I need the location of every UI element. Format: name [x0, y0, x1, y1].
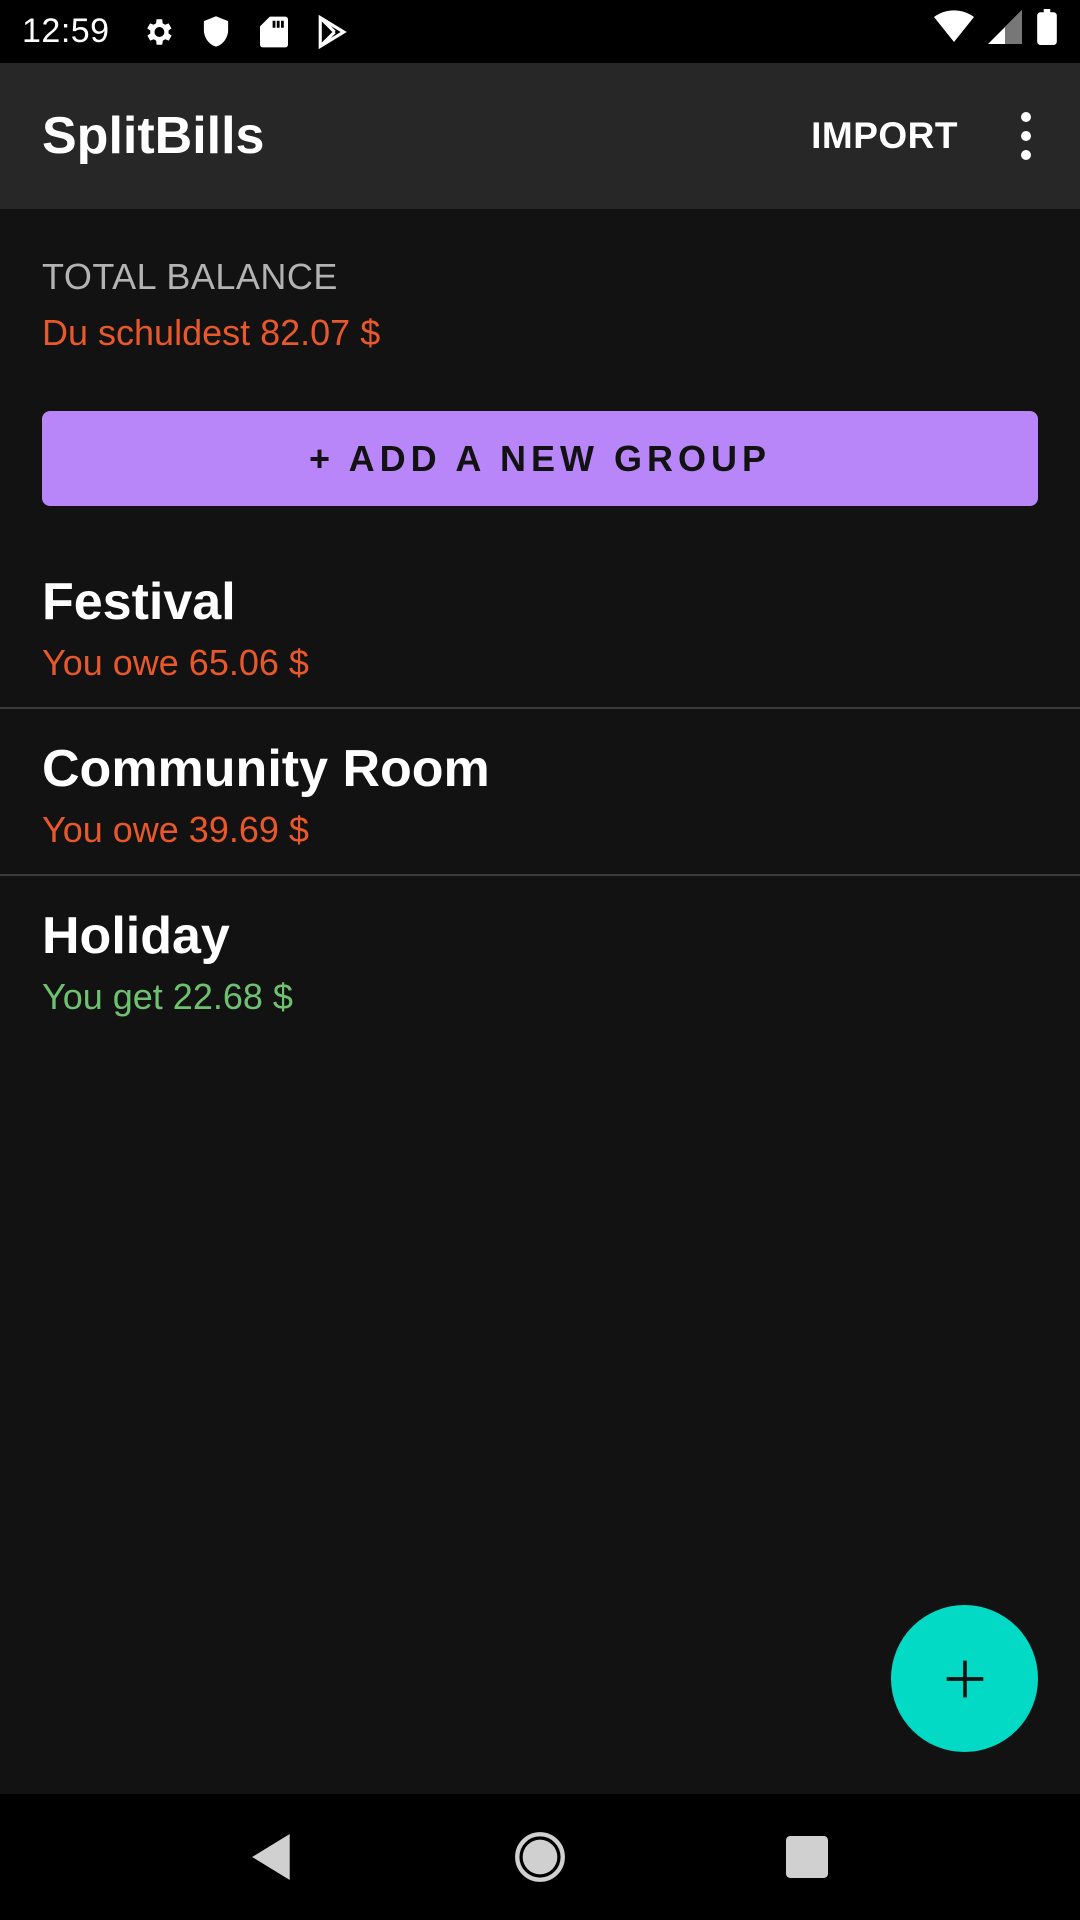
group-list: Festival You owe 65.06 $ Community Room … [0, 542, 1080, 1043]
signal-icon [988, 10, 1022, 53]
status-time: 12:59 [22, 12, 110, 50]
group-balance: You owe 65.06 $ [42, 642, 309, 683]
back-icon[interactable] [233, 1817, 313, 1897]
group-item-community-room[interactable]: Community Room You owe 39.69 $ [0, 709, 1080, 876]
add-fab-button[interactable] [891, 1605, 1038, 1752]
wifi-icon [934, 10, 974, 53]
navigation-bar [0, 1794, 1080, 1920]
group-balance: You get 22.68 $ [42, 976, 293, 1017]
more-vert-icon[interactable] [1014, 106, 1038, 166]
status-bar: 12:59 [0, 0, 1080, 63]
add-new-group-button[interactable]: + ADD A NEW GROUP [42, 411, 1038, 506]
total-balance-label: TOTAL BALANCE [42, 256, 338, 297]
sd-card-icon [256, 14, 292, 50]
app-bar: SplitBills IMPORT [0, 63, 1080, 209]
recents-icon[interactable] [767, 1817, 847, 1897]
play-store-icon [314, 14, 350, 50]
group-name: Holiday [42, 907, 230, 965]
shield-icon [198, 14, 234, 50]
status-left: 12:59 [22, 12, 372, 51]
group-balance: You owe 39.69 $ [42, 809, 309, 850]
gear-icon [140, 14, 176, 50]
import-button[interactable]: IMPORT [811, 115, 958, 157]
app-title: SplitBills [42, 107, 265, 165]
group-item-holiday[interactable]: Holiday You get 22.68 $ [0, 876, 1080, 1043]
group-name: Community Room [42, 740, 490, 798]
status-right [934, 9, 1058, 54]
group-name: Festival [42, 573, 236, 631]
plus-icon [946, 1660, 983, 1697]
battery-icon [1036, 9, 1058, 54]
total-balance: TOTAL BALANCE Du schuldest 82.07 $ [42, 256, 380, 354]
group-item-festival[interactable]: Festival You owe 65.06 $ [0, 542, 1080, 709]
screen: 12:59 SplitBills IMPORT TOTAL BALANCE Du… [0, 0, 1080, 1920]
total-balance-value: Du schuldest 82.07 $ [42, 312, 381, 353]
home-icon[interactable] [500, 1817, 580, 1897]
